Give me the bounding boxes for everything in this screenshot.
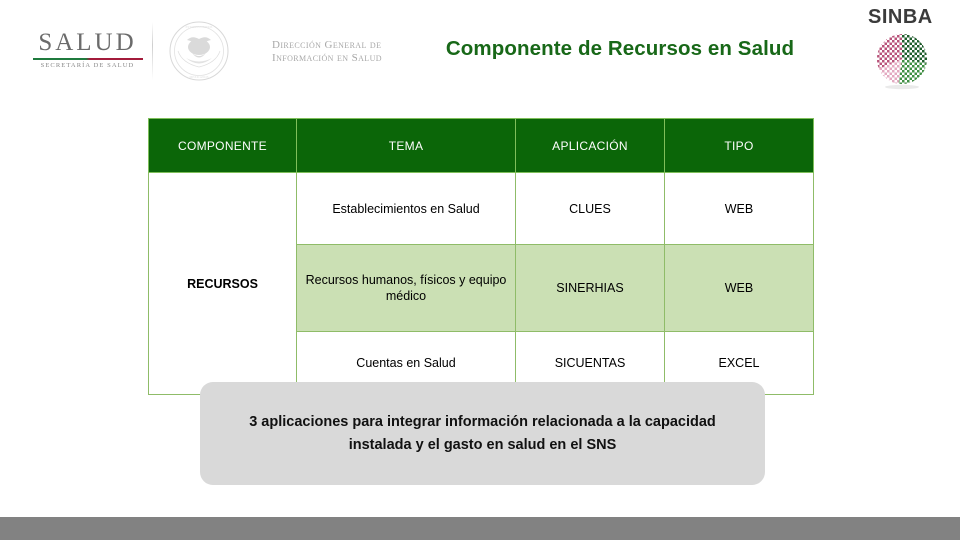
slide-header: SALUD SECRETARÍA DE SALUD ESTADOS UNIDOS bbox=[0, 0, 960, 100]
sinba-logo: SINBA bbox=[862, 6, 954, 94]
svg-text:MEXICANOS: MEXICANOS bbox=[190, 75, 209, 79]
cell-tema: Recursos humanos, físicos y equipo médic… bbox=[296, 244, 516, 332]
table-header: COMPONENTE TEMA APLICACIÓN TIPO bbox=[148, 118, 814, 173]
cell-componente-recursos: RECURSOS bbox=[148, 172, 297, 395]
column-header-tema: TEMA bbox=[296, 118, 516, 173]
column-header-componente: COMPONENTE bbox=[148, 118, 297, 173]
dgis-line-2: Información en Salud bbox=[272, 52, 382, 64]
table-header-row: COMPONENTE TEMA APLICACIÓN TIPO bbox=[148, 118, 814, 173]
column-header-tipo: TIPO bbox=[664, 118, 814, 173]
salud-logo-flag-rule bbox=[32, 58, 143, 60]
dgis-subtitle: Dirección General de Información en Salu… bbox=[272, 39, 382, 65]
header-divider bbox=[152, 22, 153, 80]
summary-callout: 3 aplicaciones para integrar información… bbox=[200, 382, 765, 485]
salud-logo-subtitle: SECRETARÍA DE SALUD bbox=[40, 62, 135, 69]
page-title: Componente de Recursos en Salud bbox=[445, 37, 795, 60]
column-header-aplicacion: APLICACIÓN bbox=[515, 118, 665, 173]
salud-logo: SALUD SECRETARÍA DE SALUD bbox=[30, 30, 145, 69]
cell-tipo: WEB bbox=[664, 172, 814, 245]
salud-logo-wordmark: SALUD bbox=[38, 29, 137, 56]
footer-bar bbox=[0, 517, 960, 540]
cell-tipo: WEB bbox=[664, 244, 814, 332]
cell-aplicacion: SINERHIAS bbox=[515, 244, 665, 332]
sinba-globe-icon bbox=[872, 30, 932, 90]
mexico-coat-of-arms-icon: ESTADOS UNIDOS MEXICANOS bbox=[168, 20, 230, 82]
svg-text:ESTADOS UNIDOS: ESTADOS UNIDOS bbox=[186, 25, 213, 29]
cell-aplicacion: CLUES bbox=[515, 172, 665, 245]
table-row: RECURSOS Establecimientos en Salud CLUES… bbox=[148, 172, 814, 395]
dgis-line-1: Dirección General de bbox=[272, 39, 382, 51]
summary-callout-text: 3 aplicaciones para integrar información… bbox=[249, 413, 716, 453]
cell-tema: Establecimientos en Salud bbox=[296, 172, 516, 245]
recursos-table-wrapper: COMPONENTE TEMA APLICACIÓN TIPO RECURSOS… bbox=[148, 118, 814, 395]
sinba-logo-wordmark: SINBA bbox=[868, 6, 933, 28]
recursos-table: COMPONENTE TEMA APLICACIÓN TIPO RECURSOS… bbox=[148, 118, 814, 395]
table-body: RECURSOS Establecimientos en Salud CLUES… bbox=[148, 172, 814, 395]
